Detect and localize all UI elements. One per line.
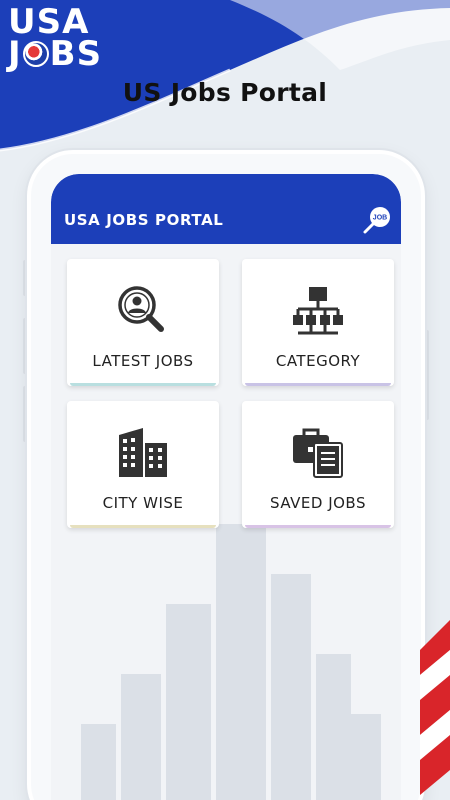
app-bar: USA JOBS PORTAL JOB [51, 174, 401, 244]
city-skyline-watermark [81, 524, 381, 800]
card-accent-bar [245, 383, 391, 386]
usa-jobs-logo: USA J BS [8, 5, 103, 75]
logo-line2-b: BS [49, 34, 103, 75]
liberty-globe-icon [22, 41, 49, 68]
logo-line2-a: J [8, 34, 22, 75]
hierarchy-icon [293, 287, 343, 335]
saved-jobs-label: SAVED JOBS [270, 494, 366, 512]
card-accent-bar [70, 525, 216, 528]
category-card[interactable]: CATEGORY [242, 259, 394, 386]
page-headline: US Jobs Portal [122, 78, 328, 107]
search-person-icon [118, 286, 164, 332]
app-title: USA JOBS PORTAL [64, 211, 224, 229]
latest-jobs-label: LATEST JOBS [92, 352, 194, 370]
buildings-icon [119, 428, 167, 477]
category-label: CATEGORY [275, 352, 361, 370]
job-search-icon-label: JOB [373, 215, 387, 222]
job-search-icon[interactable]: JOB [361, 204, 393, 236]
card-accent-bar [245, 525, 391, 528]
latest-jobs-card[interactable]: LATEST JOBS [67, 259, 219, 386]
phone-side-button [425, 330, 429, 420]
saved-jobs-card[interactable]: SAVED JOBS [242, 401, 394, 528]
flag-stripes-decoration [420, 620, 450, 795]
phone-frame: USA JOBS PORTAL JOB LATEST JOBS CATEGORY… [27, 150, 425, 800]
card-accent-bar [70, 383, 216, 386]
app-screen: USA JOBS PORTAL JOB LATEST JOBS CATEGORY… [51, 174, 401, 800]
city-wise-label: CITY WISE [102, 494, 184, 512]
city-wise-card[interactable]: CITY WISE [67, 401, 219, 528]
briefcase-document-icon [293, 428, 343, 478]
